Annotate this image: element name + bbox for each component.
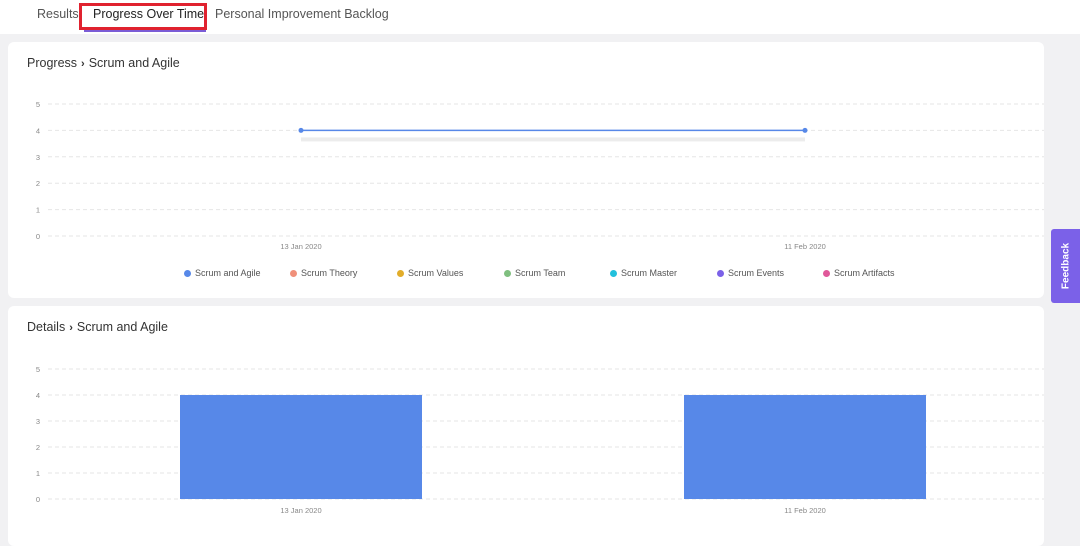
- legend-dot-icon: [823, 269, 830, 277]
- x-tick-label: 13 Jan 2020: [280, 242, 321, 251]
- feedback-button[interactable]: Feedback: [1051, 229, 1080, 303]
- feedback-label: Feedback: [1060, 242, 1071, 290]
- progress-line-chart: 0 1 2 3 4 5 13 Jan 2020 11 Feb 2020: [36, 100, 1044, 251]
- x-tick-label: 11 Feb 2020: [784, 242, 826, 251]
- line-shadow: [301, 137, 805, 142]
- y-tick-label: 5: [36, 100, 40, 109]
- x-tick-label: 11 Feb 2020: [784, 506, 826, 515]
- bar: [180, 395, 422, 499]
- y-tick-label: 4: [36, 126, 40, 135]
- y-tick-label: 1: [36, 469, 40, 478]
- y-tick-label: 0: [36, 232, 40, 241]
- legend-dot-icon: [290, 269, 297, 277]
- legend-dot-icon: [717, 269, 724, 277]
- chart-legend: Scrum and Agile Scrum Theory Scrum Values S…: [8, 268, 1044, 282]
- y-tick-label: 3: [36, 153, 40, 162]
- y-tick-label: 3: [36, 417, 40, 426]
- legend-dot-icon: [610, 269, 617, 277]
- legend-item[interactable]: Scrum Artifacts: [823, 268, 895, 278]
- legend-label: Scrum Values: [408, 268, 464, 278]
- y-tick-label: 4: [36, 391, 40, 400]
- tab-bar: Results Progress Over Time Personal Impr…: [0, 0, 1080, 34]
- legend-label: Scrum Master: [621, 268, 678, 278]
- details-card: Details › Scrum and Agile 0 1 2 3 4 5 13 Jan 202…: [8, 306, 1044, 546]
- progress-card: Progress › Scrum and Agile 0 1 2 3 4 5 13 Jan 20…: [8, 42, 1044, 298]
- legend-dot-icon: [397, 269, 404, 277]
- y-tick-label: 2: [36, 179, 40, 188]
- y-tick-label: 2: [36, 443, 40, 452]
- legend-item[interactable]: Scrum Values: [397, 268, 463, 278]
- legend-label: Scrum and Agile: [195, 268, 261, 278]
- legend-item[interactable]: Scrum Theory: [290, 268, 357, 278]
- tab-personal-improvement-backlog[interactable]: Personal Improvement Backlog: [215, 7, 389, 21]
- legend-item[interactable]: Scrum Events: [717, 268, 784, 278]
- y-tick-label: 0: [36, 495, 40, 504]
- legend-label: Scrum Artifacts: [834, 268, 895, 278]
- tab-results[interactable]: Results: [37, 7, 79, 21]
- legend-item[interactable]: Scrum Master: [610, 268, 677, 278]
- x-tick-label: 13 Jan 2020: [280, 506, 321, 515]
- bar: [684, 395, 926, 499]
- data-point: [802, 127, 808, 133]
- legend-dot-icon: [504, 269, 511, 277]
- data-point: [298, 127, 304, 133]
- details-bar-chart: 0 1 2 3 4 5 13 Jan 2020 11 Feb 2020: [36, 365, 1044, 515]
- legend-item[interactable]: Scrum and Agile: [184, 268, 261, 278]
- legend-label: Scrum Theory: [301, 268, 358, 278]
- legend-dot-icon: [184, 269, 191, 277]
- y-tick-label: 1: [36, 206, 40, 215]
- y-tick-label: 5: [36, 365, 40, 374]
- legend-label: Scrum Team: [515, 268, 566, 278]
- legend-label: Scrum Events: [728, 268, 785, 278]
- tab-highlight-box: [79, 3, 207, 30]
- legend-item[interactable]: Scrum Team: [504, 268, 565, 278]
